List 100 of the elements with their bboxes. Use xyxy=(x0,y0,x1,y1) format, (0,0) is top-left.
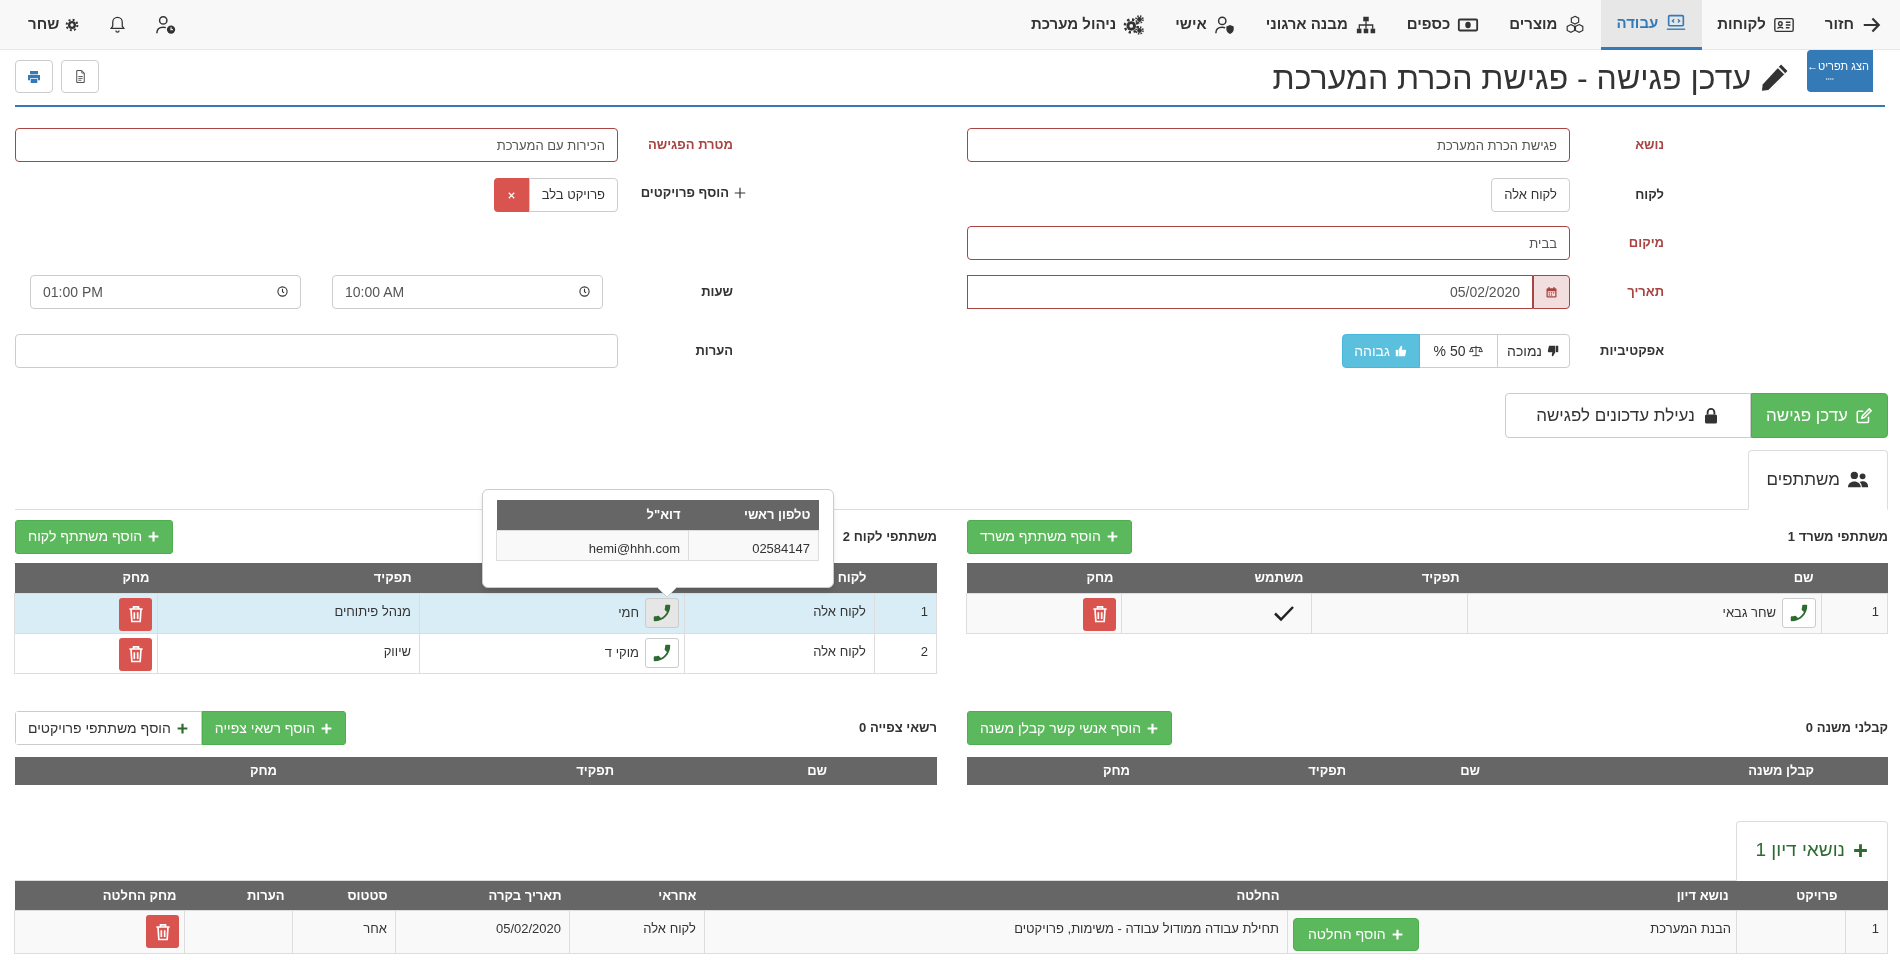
nav-link[interactable]: עבודה xyxy=(1601,0,1703,50)
column-header: שם xyxy=(1467,563,1822,593)
client-select-button[interactable]: לקוח אלה xyxy=(1491,178,1570,212)
table-cell: שיווק xyxy=(157,633,420,673)
lock-updates-button[interactable]: נעילת עדכונים לפגישה xyxy=(1504,393,1751,438)
table-cell: 02584147 xyxy=(688,530,819,560)
thumbs-down-icon xyxy=(1545,344,1560,358)
field-label: אפקטיביות xyxy=(1599,342,1664,361)
field-label: שעות xyxy=(700,283,733,302)
field-label: הערות xyxy=(694,342,733,361)
text-field[interactable]: בבית xyxy=(967,226,1570,260)
table-cell: מנהל פיתוחים xyxy=(157,593,420,633)
section-title: רשאי צפייה 0 xyxy=(859,719,937,738)
nav-link[interactable]: כספים xyxy=(1391,0,1495,50)
user-clock-button[interactable] xyxy=(155,13,178,36)
add-projects-link[interactable]: הוסף פרויקטים xyxy=(640,183,747,203)
effectiveness-option[interactable]: נמוכה xyxy=(1497,334,1570,368)
nav-link[interactable]: חזור xyxy=(1809,0,1898,50)
table-cell: 1 xyxy=(874,593,937,633)
print-button[interactable] xyxy=(15,60,53,93)
nav-link[interactable]: מבנה ארגוני xyxy=(1250,0,1392,50)
field-label: תאריך xyxy=(1626,283,1664,302)
column-header: פרויקט xyxy=(1736,880,1846,911)
column-header: תפקיד xyxy=(1311,563,1468,593)
column-header: סטטוס xyxy=(292,880,396,911)
field-label: לקוח xyxy=(1634,186,1664,205)
column-header xyxy=(874,563,937,593)
contact-name: שחר גבאי xyxy=(1722,603,1776,622)
text-field[interactable]: פגישת הכרת המערכת xyxy=(967,128,1570,162)
remove-button[interactable] xyxy=(493,178,529,212)
section-title: משתתפי לקוח 2 xyxy=(842,527,937,546)
table-cell: לקוח אלה xyxy=(684,593,875,633)
column-header: אחראי xyxy=(569,880,705,911)
clock-icon xyxy=(276,285,289,298)
text-field[interactable]: הכירות עם המערכת xyxy=(15,128,618,162)
table-cell: 05/02/2020 xyxy=(395,910,570,954)
table-cell: 1 xyxy=(1845,910,1888,954)
menu-toggle-button[interactable]: הצג תפריט← xyxy=(1807,50,1873,92)
nav-link[interactable]: ניהול מערכת xyxy=(1015,0,1161,50)
time-field[interactable]: 10:00 AM xyxy=(332,275,603,309)
column-header: החלטה xyxy=(704,880,1288,911)
column-header: טלפון ראשי xyxy=(688,500,819,530)
nav-link[interactable]: אישי xyxy=(1160,0,1251,50)
field-label: מטרת הפגישה xyxy=(646,136,733,155)
table-cell: hemi@hhh.com xyxy=(496,530,689,560)
plus-icon xyxy=(175,721,189,735)
effectiveness-option[interactable]: 50 % xyxy=(1419,334,1498,368)
column-header: מחק xyxy=(15,756,285,785)
delete-button[interactable] xyxy=(119,597,152,631)
time-field[interactable]: 01:00 PM xyxy=(30,275,301,309)
column-header: תפקיד xyxy=(1138,756,1354,785)
calendar-button[interactable] xyxy=(1533,275,1570,309)
tab[interactable]: נושאי דיון 1 xyxy=(1736,820,1888,881)
column-header: נושא דיון xyxy=(1287,880,1737,911)
notifications-button[interactable] xyxy=(108,15,128,34)
phone-button[interactable] xyxy=(645,597,679,628)
table-cell: לקוח אלה xyxy=(684,633,875,673)
column-header: דוא"ל xyxy=(496,500,689,530)
field-label: מיקום xyxy=(1627,234,1664,253)
plus-icon xyxy=(1852,842,1869,859)
column-header: שם xyxy=(622,756,835,785)
date-field[interactable]: 05/02/2020 xyxy=(967,275,1533,309)
table-cell: לקוח אלה xyxy=(569,910,705,954)
nav-link[interactable]: לקוחות xyxy=(1702,0,1810,50)
text-field[interactable] xyxy=(15,334,618,368)
gears-icon xyxy=(1123,13,1146,36)
field-label: נושא xyxy=(1634,136,1664,155)
bell-icon xyxy=(108,15,128,34)
column-header: תפקיד xyxy=(285,756,622,785)
column-header: מחק xyxy=(966,563,1122,593)
export-word-button[interactable] xyxy=(61,60,99,93)
tag-label: פרויקט בלב xyxy=(528,178,618,212)
column-header xyxy=(1821,563,1888,593)
section-title: משתתפי משרד 1 xyxy=(1787,527,1888,546)
tab[interactable]: משתתפים xyxy=(1747,450,1888,510)
table-cell: אחר xyxy=(292,910,396,954)
add-project-participants-button[interactable]: הוסף משתתפי פרויקטים xyxy=(15,711,202,745)
user-menu[interactable]: שחר xyxy=(28,13,81,36)
column-header: הערות xyxy=(184,880,293,911)
nav-link[interactable]: מוצרים xyxy=(1494,0,1602,50)
column-header xyxy=(1822,756,1888,785)
phone-button[interactable] xyxy=(645,637,679,668)
contact-name: חמי xyxy=(618,603,639,622)
delete-button[interactable] xyxy=(146,915,179,948)
table-cell: 1 xyxy=(1821,593,1888,633)
plus-icon xyxy=(1146,721,1160,735)
calendar-icon xyxy=(1544,284,1559,300)
section-title: קבלני משנה 0 xyxy=(1805,719,1888,738)
phone-button[interactable] xyxy=(1782,597,1816,628)
topic-text: הבנת המערכת xyxy=(1650,920,1731,938)
delete-button[interactable] xyxy=(119,637,152,671)
plus-icon xyxy=(147,530,161,543)
column-header: משתמש xyxy=(1121,563,1312,593)
page-title: עדכן פגישה - פגישת הכרת המערכת xyxy=(1272,58,1751,98)
thumbs-up-icon xyxy=(1393,344,1408,358)
plus-icon xyxy=(733,186,747,200)
column-header: מחק החלטה xyxy=(14,880,185,911)
delete-button[interactable] xyxy=(1083,597,1116,631)
column-header: מחק xyxy=(967,756,1138,785)
plus-icon xyxy=(1105,530,1119,543)
